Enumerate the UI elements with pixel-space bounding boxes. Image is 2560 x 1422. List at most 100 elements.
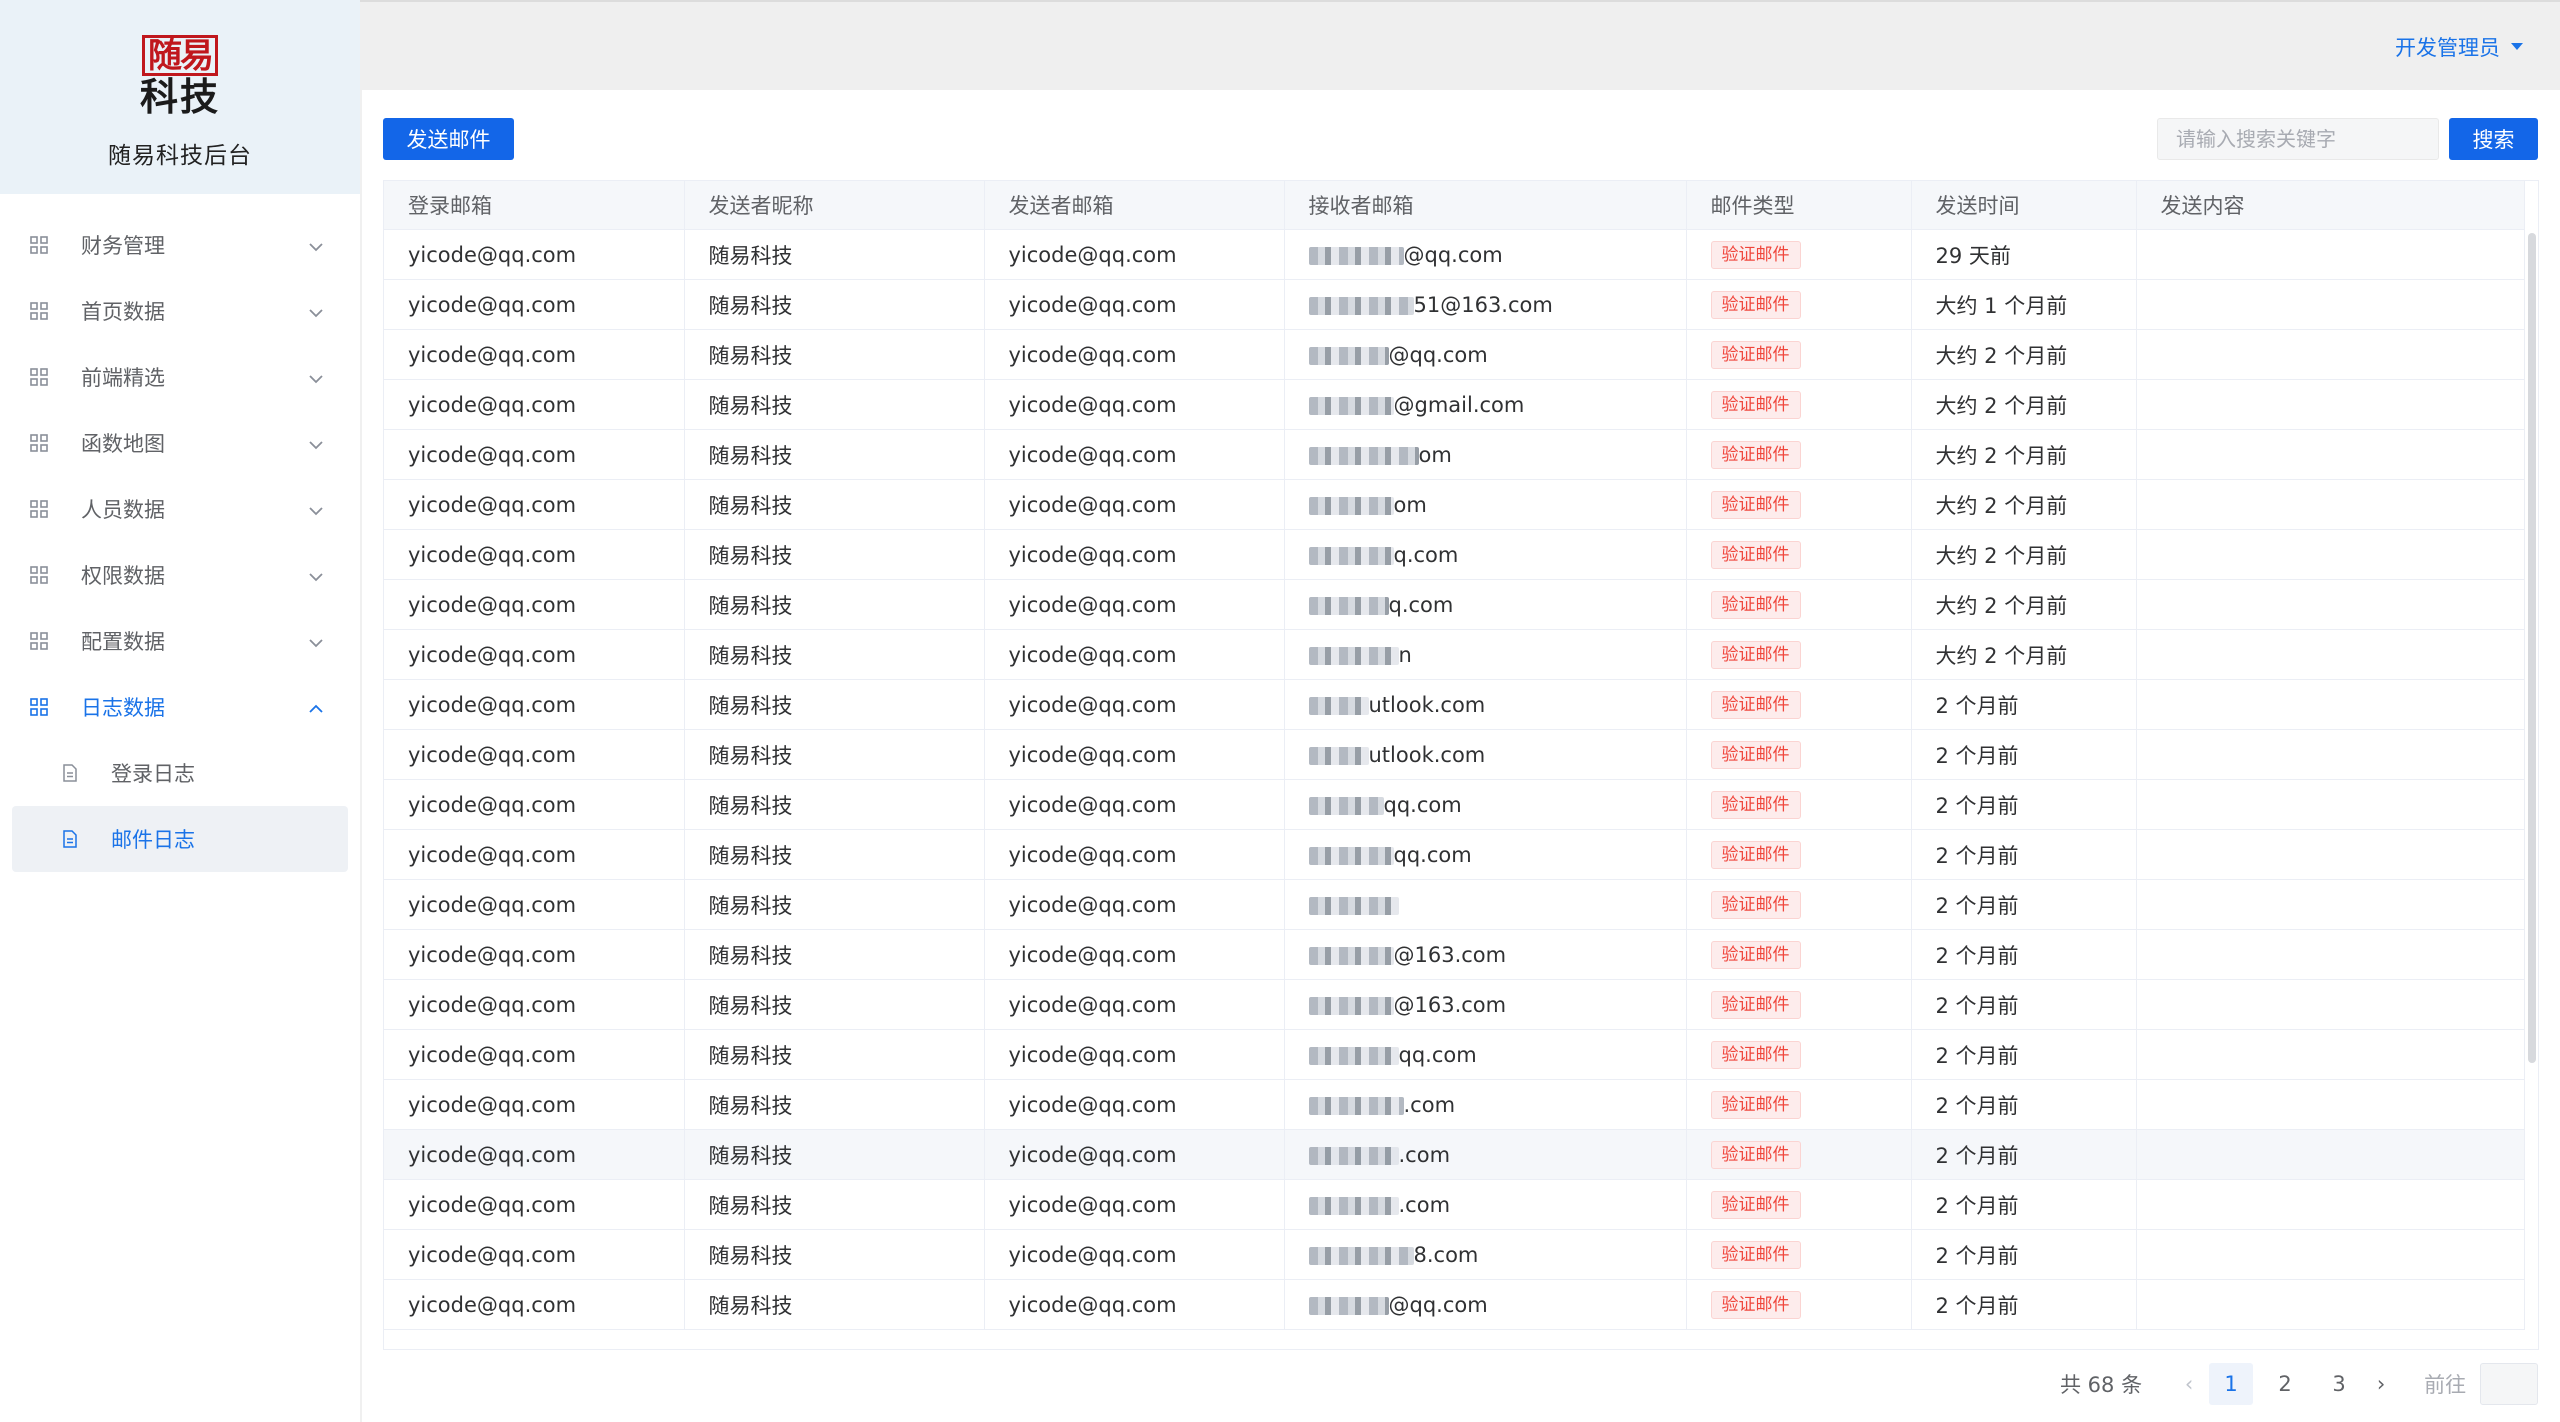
table-row[interactable]: yicode@qq.com 随易科技 yicode@qq.com om 验证邮件 大约 2… [384,429,2525,480]
sender-nick-cell: 随易科技 [684,979,985,1030]
table-row[interactable]: yicode@qq.com 随易科技 yicode@qq.com q.com 验证邮件 大… [384,529,2525,580]
receiver-email-cell: qq.com [1284,829,1687,880]
receiver-email-text: qq.com [1393,842,1472,867]
table-row[interactable]: yicode@qq.com 随易科技 yicode@qq.com om 验证邮件 大约 2… [384,479,2525,530]
table-row[interactable]: yicode@qq.com 随易科技 yicode@qq.com 8.com 验证邮件 2… [384,1229,2525,1280]
sidebar-item-label: 财务管理 [81,234,165,258]
table-row[interactable]: yicode@qq.com 随易科技 yicode@qq.com qq.com 验证邮件… [384,829,2525,880]
user-menu[interactable]: 开发管理员 [2395,32,2524,62]
sidebar-item-6[interactable]: 配置数据 [0,608,360,674]
receiver-email-cell: @163.com [1284,929,1687,980]
send-time-cell: 29 天前 [1911,229,2137,280]
send-content-cell [2136,1129,2525,1180]
table-row[interactable]: yicode@qq.com 随易科技 yicode@qq.com @gmail.com… [384,379,2525,430]
receiver-email-text: @163.com [1393,992,1507,1017]
send-time-cell: 2 个月前 [1911,1279,2137,1330]
receiver-email-text: utlook.com [1368,692,1486,717]
submenu-item-0[interactable]: 登录日志 [0,740,360,806]
mail-type-cell: 验证邮件 [1686,779,1912,830]
receiver-email-cell: 8.com [1284,1229,1687,1280]
mail-type-cell: 验证邮件 [1686,579,1912,630]
table-row[interactable]: yicode@qq.com 随易科技 yicode@qq.com .com 验证邮件 2 … [384,1129,2525,1180]
table-row[interactable]: yicode@qq.com 随易科技 yicode@qq.com q.com 验证邮件 大… [384,579,2525,630]
login-email-cell: yicode@qq.com [384,529,685,580]
table-row[interactable]: yicode@qq.com 随易科技 yicode@qq.com qq.com 验证邮件… [384,779,2525,830]
page-number[interactable]: 3 [2317,1363,2361,1405]
mail-type-tag: 验证邮件 [1710,1190,1801,1219]
table-row[interactable]: yicode@qq.com 随易科技 yicode@qq.com n 验证邮件 大约 2 … [384,629,2525,680]
send-email-button[interactable]: 发送邮件 [383,118,514,160]
sidebar-item-1[interactable]: 首页数据 [0,278,360,344]
send-time-cell: 2 个月前 [1911,979,2137,1030]
sidebar-item-4[interactable]: 人员数据 [0,476,360,542]
caret-down-icon [2511,43,2523,50]
blurred-region [1308,896,1399,915]
sender-email-cell: yicode@qq.com [984,779,1285,830]
sidebar-item-5[interactable]: 权限数据 [0,542,360,608]
table-row[interactable]: yicode@qq.com 随易科技 yicode@qq.com @qq.com 验证邮… [384,329,2525,380]
table-row[interactable]: yicode@qq.com 随易科技 yicode@qq.com utlook.com… [384,729,2525,780]
table-row[interactable]: yicode@qq.com 随易科技 yicode@qq.com @qq.com 验证邮… [384,229,2525,280]
table-row[interactable]: yicode@qq.com 随易科技 yicode@qq.com .com 验证邮件 2 … [384,1179,2525,1230]
login-email-cell: yicode@qq.com [384,1029,685,1080]
table-row[interactable]: yicode@qq.com 随易科技 yicode@qq.com qq.com 验证邮件… [384,1029,2525,1080]
sidebar-item-3[interactable]: 函数地图 [0,410,360,476]
chevron-down-icon [308,500,324,524]
prev-page-icon[interactable]: ‹ [2174,1372,2204,1396]
submenu-item-1[interactable]: 邮件日志 [12,806,348,872]
next-page-icon[interactable]: › [2366,1372,2396,1396]
table-row[interactable]: yicode@qq.com 随易科技 yicode@qq.com 验证邮件 2 个月前 [384,879,2525,930]
blurred-region [1308,1146,1399,1165]
send-content-cell [2136,1179,2525,1230]
receiver-email-text: @qq.com [1403,242,1503,267]
sidebar-item-7[interactable]: 日志数据 [0,674,360,740]
send-time-cell: 2 个月前 [1911,1129,2137,1180]
table-row[interactable]: yicode@qq.com 随易科技 yicode@qq.com 51@163.com… [384,279,2525,330]
send-time-cell: 大约 2 个月前 [1911,479,2137,530]
search-input[interactable] [2157,118,2439,160]
document-icon [62,829,78,853]
sender-email-cell: yicode@qq.com [984,1029,1285,1080]
sender-nick-cell: 随易科技 [684,229,985,280]
sender-email-cell: yicode@qq.com [984,1179,1285,1230]
submenu-item-label: 邮件日志 [111,828,195,852]
send-content-cell [2136,729,2525,780]
login-email-cell: yicode@qq.com [384,279,685,330]
sidebar-item-label: 配置数据 [81,630,165,654]
sender-nick-cell: 随易科技 [684,1029,985,1080]
grid-icon [30,301,48,325]
table-row[interactable]: yicode@qq.com 随易科技 yicode@qq.com @163.com 验证… [384,929,2525,980]
table-row[interactable]: yicode@qq.com 随易科技 yicode@qq.com utlook.com… [384,679,2525,730]
table-row[interactable]: yicode@qq.com 随易科技 yicode@qq.com .com 验证邮件 2 … [384,1079,2525,1130]
table-scrollbar[interactable] [2528,233,2536,1063]
send-content-cell [2136,929,2525,980]
receiver-email-cell: om [1284,429,1687,480]
submenu-item-label: 登录日志 [111,762,195,786]
table-row[interactable]: yicode@qq.com 随易科技 yicode@qq.com @163.com 验证… [384,979,2525,1030]
mail-type-cell: 验证邮件 [1686,379,1912,430]
mail-type-tag: 验证邮件 [1710,890,1801,919]
sidebar-item-label: 首页数据 [81,300,165,324]
top-header: 开发管理员 [360,0,2560,90]
receiver-email-cell: 51@163.com [1284,279,1687,330]
page-number[interactable]: 2 [2263,1363,2307,1405]
sidebar-item-0[interactable]: 财务管理 [0,212,360,278]
sidebar-item-label: 人员数据 [81,498,165,522]
grid-icon [30,631,48,655]
send-time-cell: 2 个月前 [1911,1029,2137,1080]
mail-type-tag: 验证邮件 [1710,390,1801,419]
receiver-email-text: om [1418,442,1452,467]
search-button[interactable]: 搜索 [2449,118,2538,160]
page-number[interactable]: 1 [2209,1363,2254,1405]
goto-page-input[interactable] [2480,1363,2539,1405]
login-email-cell: yicode@qq.com [384,329,685,380]
blurred-region [1308,1046,1399,1065]
blurred-region [1308,796,1384,815]
send-content-cell [2136,1279,2525,1330]
receiver-email-cell: @qq.com [1284,329,1687,380]
send-time-cell: 大约 2 个月前 [1911,379,2137,430]
mail-type-tag: 验证邮件 [1710,1040,1801,1069]
table-row[interactable]: yicode@qq.com 随易科技 yicode@qq.com @qq.com 验证邮… [384,1279,2525,1330]
blurred-region [1308,346,1389,365]
sidebar-item-2[interactable]: 前端精选 [0,344,360,410]
